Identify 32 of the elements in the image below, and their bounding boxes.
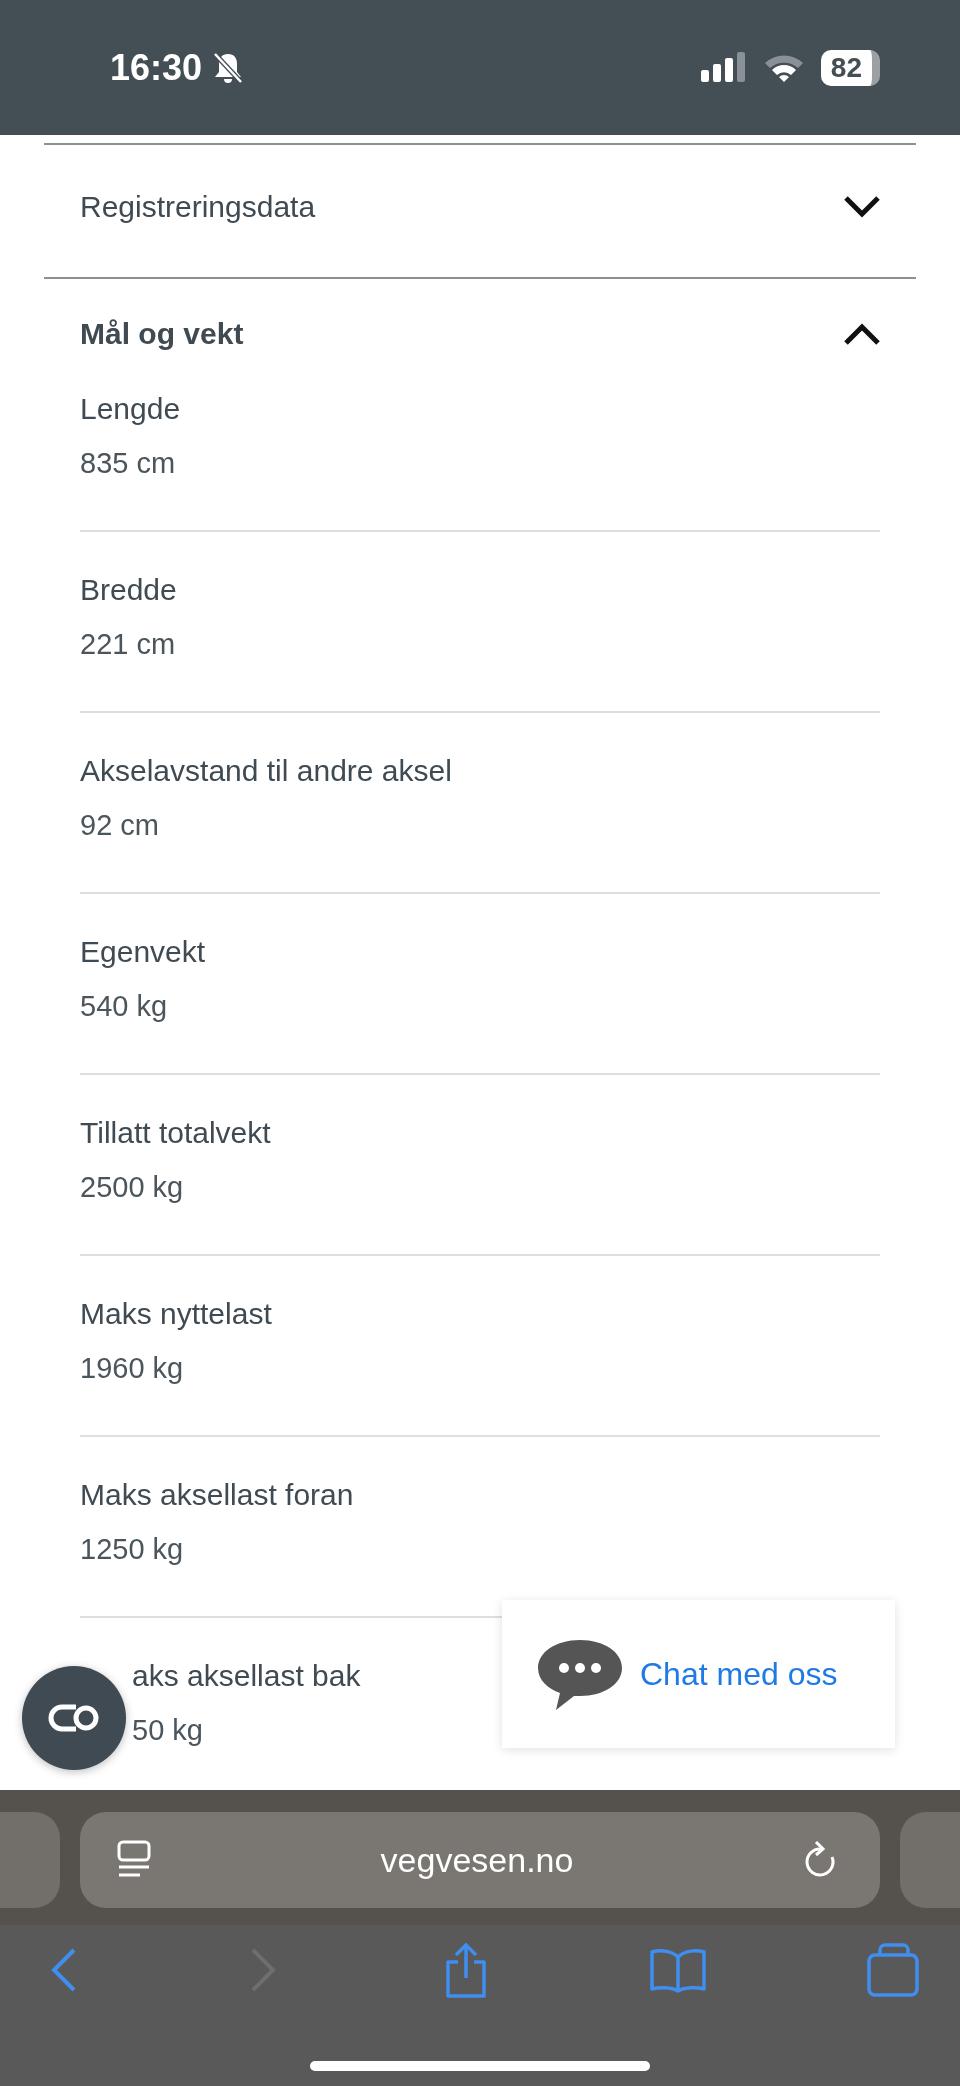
field-value: 1960 kg: [80, 1351, 184, 1386]
bell-slash-icon: [212, 50, 245, 85]
field-value: 92 cm: [80, 808, 159, 843]
chat-link[interactable]: Chat med oss: [640, 1655, 838, 1693]
signal-icon: [700, 51, 747, 84]
field-value: 221 cm: [80, 627, 176, 662]
accordion-header[interactable]: Mål og vekt: [0, 279, 960, 351]
field-value: 2500 kg: [80, 1170, 184, 1205]
tab-preview[interactable]: [0, 1812, 60, 1908]
field-label: Lengde: [80, 391, 181, 427]
chat-card[interactable]: Chat med oss: [502, 1600, 895, 1748]
battery-indicator: 82: [820, 49, 880, 86]
accordion-header[interactable]: Registreringsdata: [0, 145, 960, 269]
reader-icon: [116, 1840, 152, 1880]
field-value: 50 kg: [132, 1713, 203, 1748]
field-label: Egenvekt: [80, 934, 206, 970]
address-bar[interactable]: vegvesen.no: [80, 1812, 880, 1908]
field-label: Tillatt totalvekt: [80, 1115, 271, 1151]
field-label: aks aksellast bak: [132, 1658, 361, 1694]
status-time: 16:30: [110, 46, 203, 89]
tabs-icon[interactable]: [866, 1943, 920, 1997]
tab-preview[interactable]: [900, 1812, 960, 1908]
floating-button[interactable]: [22, 1666, 126, 1770]
field-label: Akselavstand til andre aksel: [80, 753, 452, 789]
field-label: Maks nyttelast: [80, 1296, 272, 1332]
field-value: 835 cm: [80, 446, 176, 481]
book-icon[interactable]: [649, 1947, 707, 1993]
field-value: 540 kg: [80, 989, 168, 1024]
url-text: vegvesen.no: [380, 1840, 574, 1880]
field-label: Bredde: [80, 572, 177, 608]
field-label: Maks aksellast foran: [80, 1477, 354, 1513]
field-value: 1250 kg: [80, 1532, 184, 1567]
